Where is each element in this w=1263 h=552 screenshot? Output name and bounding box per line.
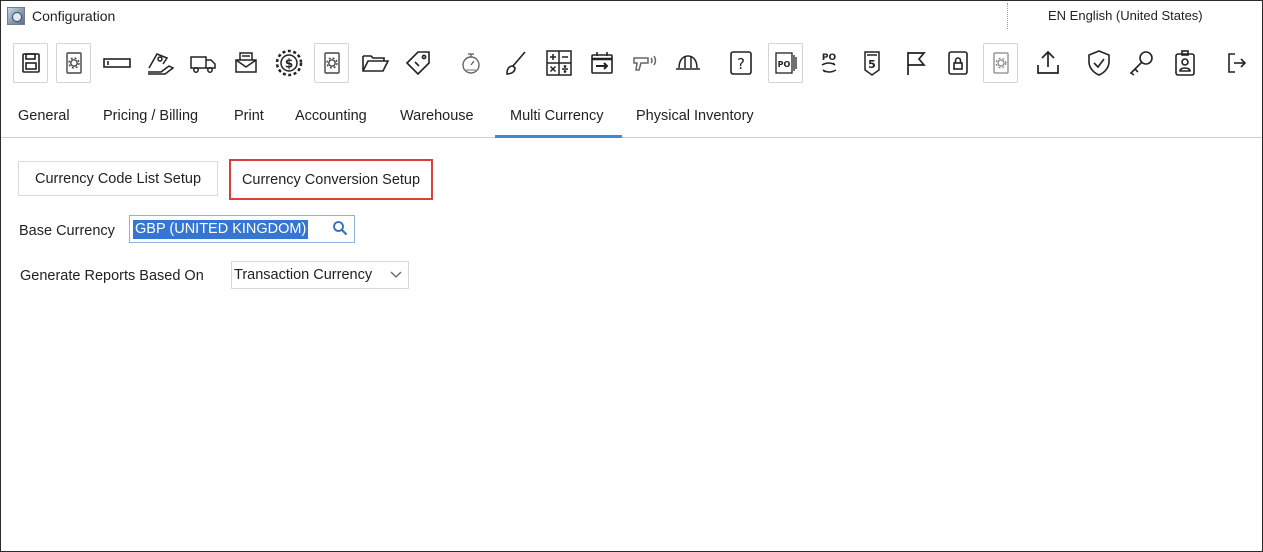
title-bar: Configuration EN English (United States) (1, 1, 1262, 31)
logout-icon[interactable] (1218, 43, 1253, 83)
base-currency-value[interactable]: GBP (UNITED KINGDOM) (133, 220, 309, 239)
id-badge-icon[interactable] (1167, 43, 1202, 83)
key-icon[interactable] (1124, 43, 1159, 83)
po-sync-icon[interactable]: PO (811, 43, 846, 83)
tab-warehouse[interactable]: Warehouse (392, 108, 482, 138)
tab-accounting[interactable]: Accounting (287, 108, 375, 138)
pricing-hand-icon[interactable] (142, 43, 177, 83)
language-selector[interactable]: EN English (United States) (1007, 3, 1260, 29)
base-currency-label: Base Currency (19, 223, 115, 239)
tab-multi-currency[interactable]: Multi Currency (495, 108, 622, 138)
svg-text:$: $ (284, 57, 292, 71)
save-icon[interactable] (13, 43, 48, 83)
help-icon[interactable]: ? (723, 43, 758, 83)
search-icon[interactable] (332, 220, 348, 236)
tab-physical-inventory[interactable]: Physical Inventory (628, 108, 762, 138)
flag-icon[interactable] (897, 43, 932, 83)
tab-general[interactable]: General (10, 108, 78, 138)
svg-text:PO: PO (821, 53, 836, 63)
configuration-window: Configuration EN English (United States) (0, 0, 1263, 552)
delivery-truck-icon[interactable] (185, 43, 220, 83)
generate-reports-value: Transaction Currency (234, 267, 373, 283)
window-title: Configuration (32, 8, 116, 24)
settings-doc-icon-2[interactable] (314, 43, 349, 83)
barcode-label-icon[interactable] (99, 43, 134, 83)
barcode-scanner-icon[interactable] (627, 43, 662, 83)
folder-open-icon[interactable] (357, 43, 392, 83)
svg-text:PO: PO (777, 60, 790, 69)
currency-conversion-setup-button[interactable]: Currency Conversion Setup (229, 159, 433, 200)
generate-reports-label: Generate Reports Based On (20, 268, 204, 284)
app-icon (7, 7, 25, 25)
hard-hat-icon[interactable] (670, 43, 705, 83)
calculator-icon[interactable] (541, 43, 576, 83)
svg-text:5: 5 (868, 58, 876, 71)
generate-reports-select[interactable]: Transaction Currency (231, 261, 409, 289)
tag-icon[interactable] (400, 43, 435, 83)
settings-doc-icon-3[interactable] (983, 43, 1018, 83)
config-tabs: General Pricing / Billing Print Accounti… (1, 101, 1262, 138)
timer-icon[interactable] (453, 43, 488, 83)
email-printer-icon[interactable] (228, 43, 263, 83)
chevron-down-icon (390, 271, 402, 278)
language-label: EN English (United States) (1048, 8, 1203, 23)
upload-icon[interactable] (1030, 43, 1065, 83)
currency-code-list-setup-button[interactable]: Currency Code List Setup (18, 161, 218, 196)
settings-doc-icon[interactable] (56, 43, 91, 83)
base-currency-field[interactable]: GBP (UNITED KINGDOM) (129, 215, 355, 243)
shield-check-icon[interactable] (1081, 43, 1116, 83)
brush-icon[interactable] (498, 43, 533, 83)
po-document-icon[interactable]: PO (768, 43, 803, 83)
calendar-arrow-icon[interactable] (584, 43, 619, 83)
tab-print[interactable]: Print (226, 108, 272, 138)
tab-pricing-billing[interactable]: Pricing / Billing (95, 108, 206, 138)
svg-text:?: ? (737, 55, 745, 73)
dollar-receipt-icon[interactable]: 5 (854, 43, 889, 83)
secure-document-icon[interactable] (940, 43, 975, 83)
dollar-gear-icon[interactable]: $ (271, 43, 306, 83)
